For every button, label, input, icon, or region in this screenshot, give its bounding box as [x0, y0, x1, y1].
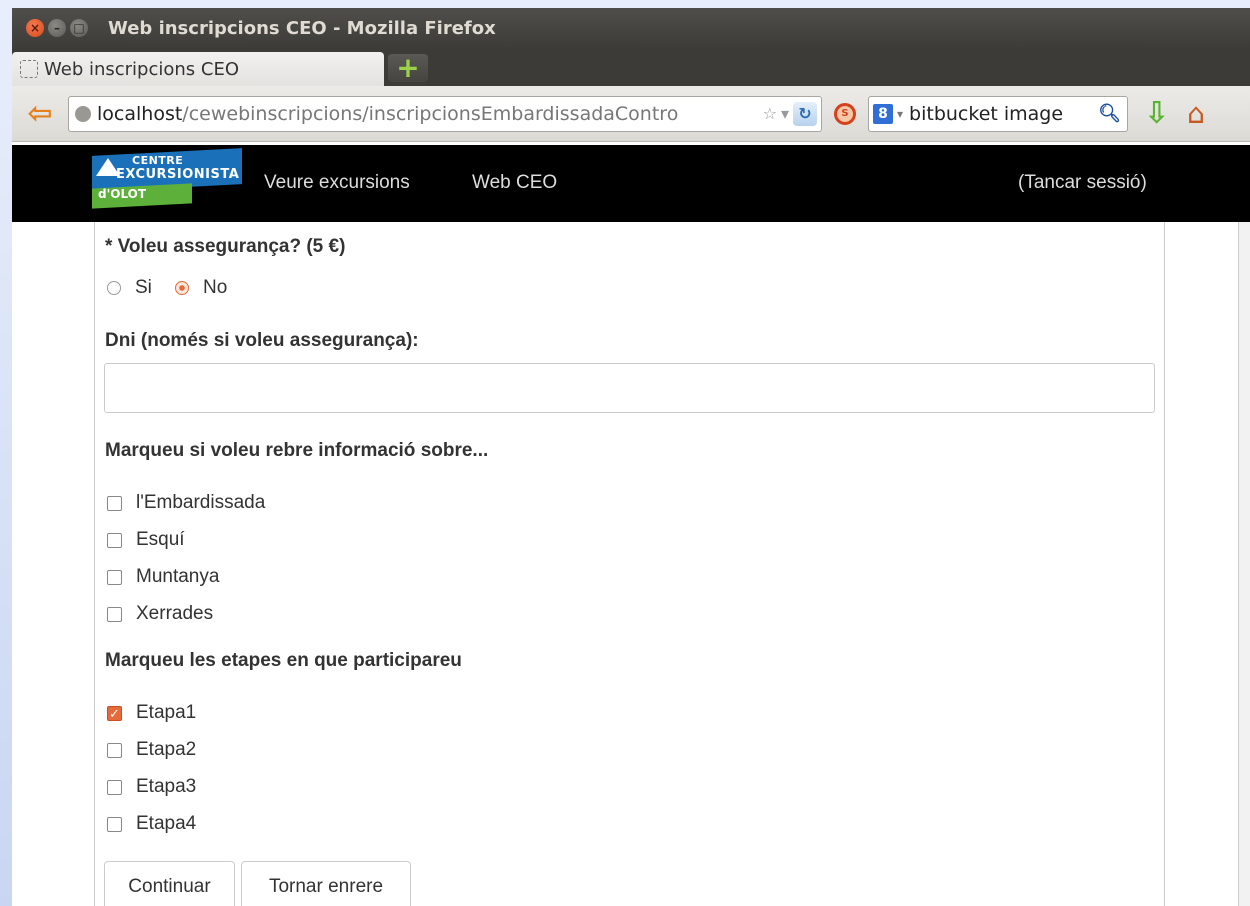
browser-window: × – □ Web inscripcions CEO - Mozilla Fir…	[12, 8, 1250, 906]
checkbox[interactable]	[107, 606, 122, 622]
noscript-icon[interactable]: S	[834, 102, 856, 125]
checkbox[interactable]	[107, 532, 122, 548]
checkbox[interactable]	[107, 495, 122, 511]
url-path: /cewebinscripcions/inscripcionsEmbardiss…	[182, 102, 679, 125]
maximize-window-icon[interactable]: □	[70, 19, 88, 37]
search-engine-dropdown-icon[interactable]: ▾	[897, 107, 903, 121]
navigation-toolbar: ⇦ localhost/cewebinscripcions/inscripcio…	[12, 86, 1250, 142]
radio-no[interactable]	[175, 281, 189, 295]
title-bar: × – □ Web inscripcions CEO - Mozilla Fir…	[12, 8, 1250, 48]
tab-bar: Web inscripcions CEO +	[12, 48, 1250, 86]
stages-label: Marqueu les etapes en que participareu	[105, 650, 462, 671]
search-magnifier-icon[interactable]: 🔍︎	[1098, 103, 1121, 124]
checkbox[interactable]	[107, 569, 122, 585]
tab-label: Web inscripcions CEO	[44, 58, 240, 80]
nav-link-excursions[interactable]: Veure excursions	[264, 172, 410, 194]
page-scrollbar[interactable]	[1238, 222, 1250, 906]
back-arrow-icon: ⇦	[27, 96, 53, 131]
search-input[interactable]: bitbucket image	[909, 103, 1063, 125]
nav-link-web-ceo[interactable]: Web CEO	[472, 172, 557, 194]
url-bar[interactable]: localhost/cewebinscripcions/inscripcions…	[68, 95, 822, 132]
stage-option-2[interactable]: Etapa2	[107, 739, 196, 761]
new-tab-button[interactable]: +	[388, 54, 428, 82]
info-option-esqui[interactable]: Esquí	[107, 529, 185, 551]
plus-icon: +	[396, 51, 420, 84]
home-icon[interactable]: ⌂	[1187, 97, 1205, 130]
back-button[interactable]: ⇦	[20, 96, 60, 132]
radio-si[interactable]	[107, 281, 121, 295]
window-title: Web inscripcions CEO - Mozilla Firefox	[108, 17, 496, 39]
inscription-form: * Voleu assegurança? (5 €) Si No Dni (no…	[94, 222, 1165, 906]
reload-button[interactable]: ↻	[793, 101, 817, 126]
info-option-embardissada[interactable]: l'Embardissada	[107, 492, 265, 514]
info-label: Marqueu si voleu rebre informació sobre.…	[105, 440, 489, 461]
close-window-icon[interactable]: ×	[26, 19, 44, 37]
insurance-option-no[interactable]: No	[175, 277, 227, 299]
stage-option-4[interactable]: Etapa4	[107, 813, 196, 835]
minimize-window-icon[interactable]: –	[48, 19, 66, 37]
back-form-button[interactable]: Tornar enrere	[241, 861, 411, 906]
ceo-logo[interactable]: CENTRE EXCURSIONISTA d'OLOT	[92, 148, 242, 209]
dni-label: Dni (només si voleu assegurança):	[105, 330, 419, 351]
logout-link[interactable]: (Tancar sessió)	[1018, 172, 1147, 194]
page-favicon-icon	[20, 60, 38, 78]
site-navbar: CENTRE EXCURSIONISTA d'OLOT Veure excurs…	[12, 145, 1250, 222]
google-search-engine-icon[interactable]: 8	[873, 103, 893, 124]
continue-button[interactable]: Continuar	[104, 861, 235, 906]
downloads-arrow-icon[interactable]: ⇩	[1144, 96, 1169, 131]
browser-tab[interactable]: Web inscripcions CEO	[12, 52, 384, 86]
checkbox-checked[interactable]: ✓	[107, 705, 122, 721]
url-host: localhost	[97, 102, 183, 125]
site-identity-icon[interactable]	[75, 105, 91, 122]
stage-option-1[interactable]: ✓ Etapa1	[107, 702, 196, 724]
info-option-xerrades[interactable]: Xerrades	[107, 603, 213, 625]
url-dropdown-icon[interactable]: ▾	[781, 104, 789, 123]
bookmark-star-icon[interactable]: ☆	[763, 104, 777, 123]
insurance-option-si[interactable]: Si	[107, 277, 152, 299]
checkbox[interactable]	[107, 742, 122, 758]
stage-option-3[interactable]: Etapa3	[107, 776, 196, 798]
dni-input[interactable]	[104, 363, 1155, 413]
insurance-label: * Voleu assegurança? (5 €)	[105, 236, 346, 257]
page-content: CENTRE EXCURSIONISTA d'OLOT Veure excurs…	[12, 145, 1250, 906]
search-bar[interactable]: 8 ▾ bitbucket image 🔍︎	[868, 95, 1128, 132]
info-option-muntanya[interactable]: Muntanya	[107, 566, 219, 588]
checkbox[interactable]	[107, 779, 122, 795]
checkbox[interactable]	[107, 816, 122, 832]
